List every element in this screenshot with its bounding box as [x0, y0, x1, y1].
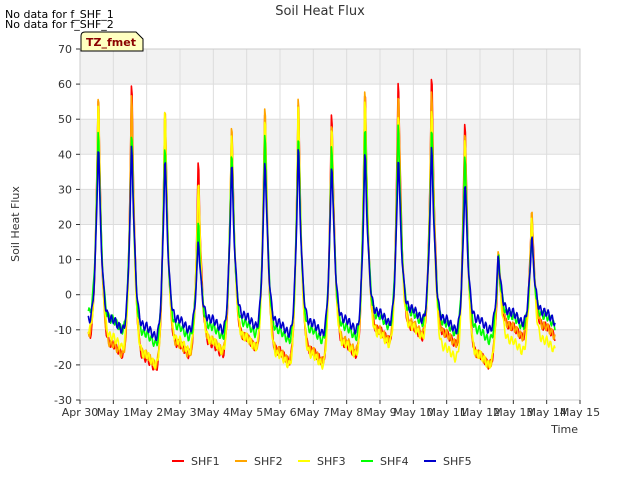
y-tick-label: 20	[58, 219, 72, 232]
y-tick-label: 70	[58, 43, 72, 56]
tz-badge-label: TZ_fmet	[86, 36, 136, 49]
y-tick-label: 60	[58, 78, 72, 91]
x-tick-label: May 7	[297, 406, 330, 419]
series-line-shf4	[87, 124, 556, 347]
x-tick-label: May 4	[197, 406, 230, 419]
x-tick-label: May 9	[363, 406, 396, 419]
x-tick-label: May 1	[97, 406, 130, 419]
legend-label-shf3: SHF3	[317, 455, 346, 468]
x-tick-label: May 6	[263, 406, 296, 419]
y-axis-ticks: -30-20-10010203040506070	[54, 43, 80, 407]
x-tick-label: May 5	[230, 406, 263, 419]
legend: SHF1 SHF2 SHF3 SHF4 SHF5	[172, 455, 472, 468]
x-tick-label: Apr 30	[62, 406, 99, 419]
y-axis-label: Soil Heat Flux	[9, 186, 22, 262]
legend-label-shf2: SHF2	[254, 455, 283, 468]
y-tick-label: 30	[58, 183, 72, 196]
x-tick-label: May 15	[560, 406, 600, 419]
y-tick-label: 0	[65, 289, 72, 302]
y-tick-label: 10	[58, 254, 72, 267]
soil-heat-flux-chart: Soil Heat Flux -30-20-10010203040506070 …	[9, 4, 600, 468]
x-tick-label: May 3	[163, 406, 196, 419]
y-tick-label: 40	[58, 148, 72, 161]
background-band	[80, 119, 580, 155]
legend-label-shf5: SHF5	[443, 455, 472, 468]
tz-badge: TZ_fmet	[80, 31, 144, 52]
series-line-shf5	[87, 145, 556, 342]
y-tick-label: 50	[58, 113, 72, 126]
x-tick-label: May 2	[130, 406, 163, 419]
background-band	[80, 49, 580, 85]
y-tick-label: -20	[54, 359, 72, 372]
legend-label-shf1: SHF1	[191, 455, 220, 468]
legend-label-shf4: SHF4	[380, 455, 409, 468]
background-band	[80, 259, 580, 295]
chart-title: Soil Heat Flux	[275, 4, 365, 19]
x-tick-label: May 8	[330, 406, 363, 419]
x-axis-label: Time	[550, 423, 578, 436]
x-axis-ticks: Apr 30May 1 May 2 May 3 May 4 May 5 May 6 May …	[62, 400, 600, 419]
y-tick-label: -10	[54, 324, 72, 337]
